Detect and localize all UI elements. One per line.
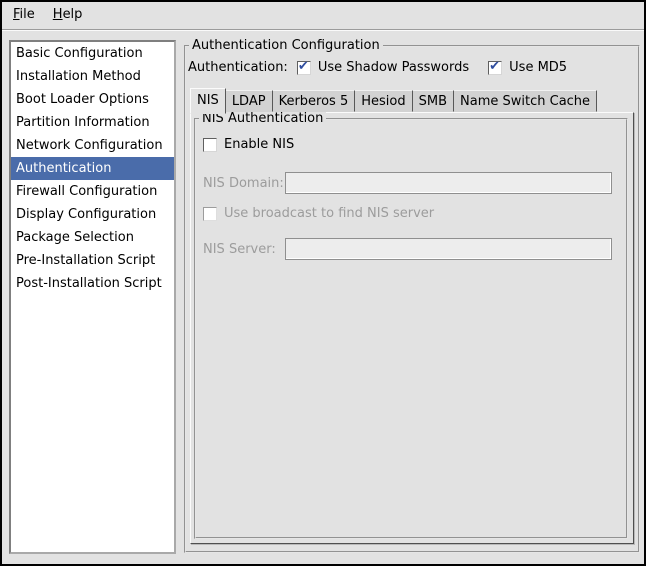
tab-name-switch-cache[interactable]: Name Switch Cache — [454, 90, 597, 112]
enable-nis-label: Enable NIS — [224, 137, 294, 152]
authentication-configuration-frame-title: Authentication Configuration — [189, 38, 383, 53]
sidebar-item-basic-configuration[interactable]: Basic Configuration — [11, 42, 174, 65]
check-icon: ✔ — [489, 60, 500, 74]
authentication-configuration-frame: Authentication Configuration Authenticat… — [184, 45, 640, 553]
menu-help[interactable]: Help — [44, 2, 92, 29]
nis-domain-input[interactable] — [285, 172, 612, 194]
tab-smb[interactable]: SMB — [413, 90, 454, 112]
kickstart-configurator-window: File Help Basic Configuration Installati… — [0, 0, 646, 566]
nis-server-input[interactable] — [285, 238, 612, 260]
sidebar-item-post-installation-script[interactable]: Post-Installation Script — [11, 272, 174, 295]
menu-help-mnemonic: H — [53, 7, 63, 22]
tab-kerberos-5[interactable]: Kerberos 5 — [273, 90, 356, 112]
menu-file[interactable]: File — [4, 2, 44, 29]
menu-help-rest: elp — [63, 7, 83, 22]
sidebar-item-authentication[interactable]: Authentication — [11, 157, 174, 180]
nis-server-row: NIS Server: — [203, 238, 614, 260]
use-shadow-passwords-label: Use Shadow Passwords — [318, 60, 469, 75]
sidebar-item-pre-installation-script[interactable]: Pre-Installation Script — [11, 249, 174, 272]
tab-hesiod[interactable]: Hesiod — [355, 90, 412, 112]
use-md5-checkbox[interactable]: ✔ — [488, 61, 502, 75]
tab-nis[interactable]: NIS — [190, 88, 226, 114]
check-icon: ✔ — [298, 60, 309, 74]
nis-tab-page: NIS Authentication Enable NIS NIS Domain… — [190, 112, 634, 544]
sidebar-item-firewall-configuration[interactable]: Firewall Configuration — [11, 180, 174, 203]
use-shadow-passwords-group: ✔ Use Shadow Passwords — [297, 60, 469, 75]
nis-server-label: NIS Server: — [203, 242, 285, 257]
use-md5-label: Use MD5 — [509, 60, 567, 75]
menu-bar: File Help — [2, 2, 644, 30]
use-shadow-passwords-checkbox[interactable]: ✔ — [297, 61, 311, 75]
sidebar-item-display-configuration[interactable]: Display Configuration — [11, 203, 174, 226]
use-broadcast-label: Use broadcast to find NIS server — [224, 206, 434, 221]
sidebar-item-installation-method[interactable]: Installation Method — [11, 65, 174, 88]
tab-ldap[interactable]: LDAP — [226, 90, 273, 112]
use-broadcast-checkbox[interactable] — [203, 207, 217, 221]
auth-tab-bar: NIS LDAP Kerberos 5 Hesiod SMB Name Swit… — [190, 88, 597, 114]
nis-domain-row: NIS Domain: — [203, 172, 614, 194]
enable-nis-checkbox[interactable] — [203, 138, 217, 152]
use-md5-group: ✔ Use MD5 — [488, 60, 567, 75]
sidebar-item-partition-information[interactable]: Partition Information — [11, 111, 174, 134]
broadcast-row: Use broadcast to find NIS server — [203, 206, 614, 221]
sidebar-item-package-selection[interactable]: Package Selection — [11, 226, 174, 249]
nis-authentication-frame: NIS Authentication Enable NIS NIS Domain… — [194, 118, 628, 539]
enable-nis-row: Enable NIS — [203, 137, 614, 152]
authentication-label: Authentication: — [188, 60, 288, 75]
section-list: Basic Configuration Installation Method … — [9, 40, 176, 554]
authentication-options-row: Authentication: ✔ Use Shadow Passwords ✔… — [188, 60, 567, 75]
sidebar-item-boot-loader-options[interactable]: Boot Loader Options — [11, 88, 174, 111]
menu-file-rest: ile — [20, 7, 35, 22]
sidebar-item-network-configuration[interactable]: Network Configuration — [11, 134, 174, 157]
nis-domain-label: NIS Domain: — [203, 176, 285, 191]
